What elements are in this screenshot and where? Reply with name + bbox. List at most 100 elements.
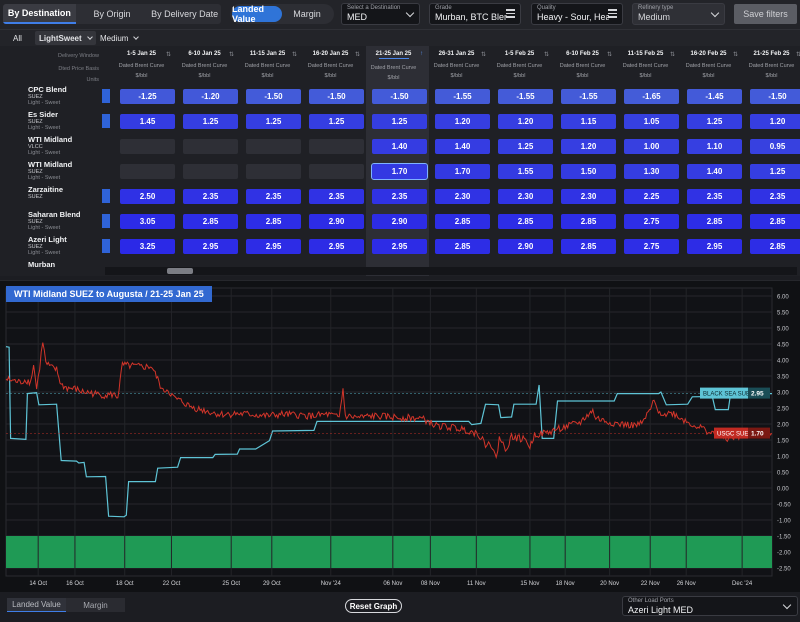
- value-cell[interactable]: -1.65: [624, 89, 679, 104]
- value-cell[interactable]: -1.50: [750, 89, 800, 104]
- value-cell[interactable]: 1.25: [372, 114, 427, 129]
- horizontal-scrollbar[interactable]: [105, 267, 797, 275]
- refinery-type-select[interactable]: Refinery type Medium: [632, 3, 725, 25]
- value-cell[interactable]: 1.40: [372, 139, 427, 154]
- value-cell[interactable]: 2.95: [246, 239, 301, 254]
- value-cell[interactable]: 1.70: [435, 164, 490, 179]
- tab-margin[interactable]: Margin: [282, 6, 332, 22]
- value-cell[interactable]: 2.85: [687, 214, 742, 229]
- value-cell[interactable]: 2.85: [561, 239, 616, 254]
- value-cell[interactable]: 2.95: [309, 239, 364, 254]
- value-cell[interactable]: [120, 139, 175, 154]
- value-cell[interactable]: [246, 139, 301, 154]
- quality-select[interactable]: Quality Heavy - Sour, Hea…: [531, 3, 623, 25]
- sort-icon[interactable]: ⇅: [166, 51, 171, 58]
- footer-tab-margin[interactable]: Margin: [66, 598, 125, 612]
- value-cell[interactable]: 2.90: [309, 214, 364, 229]
- value-cell[interactable]: [120, 164, 175, 179]
- value-cell[interactable]: [183, 139, 238, 154]
- value-cell[interactable]: 1.00: [624, 139, 679, 154]
- value-cell[interactable]: 2.35: [750, 189, 800, 204]
- value-cell[interactable]: 2.95: [687, 239, 742, 254]
- column-header[interactable]: 26-31 Jan 25 Dated Brent Curve $/bbl ⇅: [425, 46, 488, 82]
- value-cell[interactable]: 1.25: [246, 114, 301, 129]
- value-cell[interactable]: 3.25: [120, 239, 175, 254]
- value-cell[interactable]: -1.55: [561, 89, 616, 104]
- value-cell[interactable]: 2.85: [435, 239, 490, 254]
- column-header[interactable]: 1-5 Feb 25 Dated Brent Curve $/bbl ⇅: [488, 46, 551, 82]
- other-load-ports-select[interactable]: Other Load Ports Azeri Light MED: [622, 596, 798, 616]
- value-cell[interactable]: 1.25: [498, 139, 553, 154]
- value-cell[interactable]: 1.55: [498, 164, 553, 179]
- value-cell[interactable]: 2.85: [561, 214, 616, 229]
- column-header[interactable]: 11-15 Feb 25 Dated Brent Curve $/bbl ⇅: [614, 46, 677, 82]
- column-header[interactable]: 21-25 Jan 25 Dated Brent Curve $/bbl ↑: [362, 46, 425, 82]
- value-cell[interactable]: 1.40: [687, 164, 742, 179]
- value-cell[interactable]: 1.20: [435, 114, 490, 129]
- value-cell[interactable]: 2.25: [624, 189, 679, 204]
- column-header[interactable]: 1-5 Jan 25 Dated Brent Curve $/bbl ⇅: [110, 46, 173, 82]
- value-cell[interactable]: 1.25: [183, 114, 238, 129]
- value-cell[interactable]: 2.90: [498, 239, 553, 254]
- value-cell[interactable]: 1.10: [687, 139, 742, 154]
- sort-icon[interactable]: ⇅: [670, 51, 675, 58]
- column-header[interactable]: 16-20 Jan 25 Dated Brent Curve $/bbl ⇅: [299, 46, 362, 82]
- filter-medium[interactable]: Medium: [96, 31, 142, 45]
- value-cell[interactable]: 2.35: [372, 189, 427, 204]
- tab-by-destination[interactable]: By Destination: [3, 4, 76, 24]
- column-header[interactable]: 11-15 Jan 25 Dated Brent Curve $/bbl ⇅: [236, 46, 299, 82]
- value-cell[interactable]: [183, 164, 238, 179]
- value-cell[interactable]: 1.25: [750, 164, 800, 179]
- value-cell[interactable]: 2.85: [498, 214, 553, 229]
- price-history-chart[interactable]: 6.00 5.50 5.00 4.50 4.00 3.50 3.00 2.50 2.00 1.50…: [0, 280, 800, 592]
- value-cell[interactable]: 1.20: [498, 114, 553, 129]
- value-cell[interactable]: -1.50: [372, 89, 427, 104]
- value-cell[interactable]: 2.90: [372, 214, 427, 229]
- value-cell[interactable]: 1.20: [750, 114, 800, 129]
- footer-tab-landed-value[interactable]: Landed Value: [7, 598, 66, 612]
- value-cell[interactable]: 2.35: [687, 189, 742, 204]
- scrollbar-thumb[interactable]: [167, 268, 193, 274]
- value-cell[interactable]: [309, 164, 364, 179]
- value-cell[interactable]: 2.95: [372, 239, 427, 254]
- value-cell[interactable]: 2.75: [624, 239, 679, 254]
- filter-all[interactable]: All: [9, 31, 26, 45]
- value-cell[interactable]: -1.45: [687, 89, 742, 104]
- reset-graph-button[interactable]: Reset Graph: [345, 599, 402, 613]
- value-cell[interactable]: 1.70: [371, 163, 428, 180]
- sort-icon[interactable]: ⇅: [292, 51, 297, 58]
- destination-select[interactable]: Select a Destination MED: [341, 3, 420, 25]
- grade-select[interactable]: Grade Murban, BTC Blen…: [429, 3, 521, 25]
- sort-icon[interactable]: ⇅: [733, 51, 738, 58]
- value-cell[interactable]: 2.85: [750, 214, 800, 229]
- value-cell[interactable]: 2.35: [183, 189, 238, 204]
- sort-icon[interactable]: ⇅: [796, 51, 800, 58]
- value-cell[interactable]: 2.30: [498, 189, 553, 204]
- value-cell[interactable]: 2.85: [246, 214, 301, 229]
- column-header[interactable]: 21-25 Feb 25 Dated Brent Curve $/bbl ⇅: [740, 46, 800, 82]
- value-cell[interactable]: 0.95: [750, 139, 800, 154]
- value-cell[interactable]: -1.50: [309, 89, 364, 104]
- value-cell[interactable]: 1.45: [120, 114, 175, 129]
- value-cell[interactable]: 2.85: [435, 214, 490, 229]
- sort-icon[interactable]: ⇅: [544, 51, 549, 58]
- value-cell[interactable]: 1.25: [309, 114, 364, 129]
- value-cell[interactable]: -1.25: [120, 89, 175, 104]
- column-header[interactable]: 16-20 Feb 25 Dated Brent Curve $/bbl ⇅: [677, 46, 740, 82]
- sort-icon[interactable]: ⇅: [229, 51, 234, 58]
- filter-light-sweet[interactable]: LightSweet: [35, 31, 96, 45]
- value-cell[interactable]: 2.85: [750, 239, 800, 254]
- value-cell[interactable]: 1.30: [624, 164, 679, 179]
- value-cell[interactable]: 2.85: [183, 214, 238, 229]
- value-cell[interactable]: -1.55: [498, 89, 553, 104]
- sort-icon[interactable]: ↑: [420, 51, 423, 57]
- value-cell[interactable]: -1.20: [183, 89, 238, 104]
- column-header[interactable]: 6-10 Jan 25 Dated Brent Curve $/bbl ⇅: [173, 46, 236, 82]
- sort-icon[interactable]: ⇅: [607, 51, 612, 58]
- column-header[interactable]: 6-10 Feb 25 Dated Brent Curve $/bbl ⇅: [551, 46, 614, 82]
- sort-icon[interactable]: ⇅: [355, 51, 360, 58]
- save-filters-button[interactable]: Save filters: [734, 4, 797, 24]
- value-cell[interactable]: 2.75: [624, 214, 679, 229]
- value-cell[interactable]: 3.05: [120, 214, 175, 229]
- value-cell[interactable]: -1.50: [246, 89, 301, 104]
